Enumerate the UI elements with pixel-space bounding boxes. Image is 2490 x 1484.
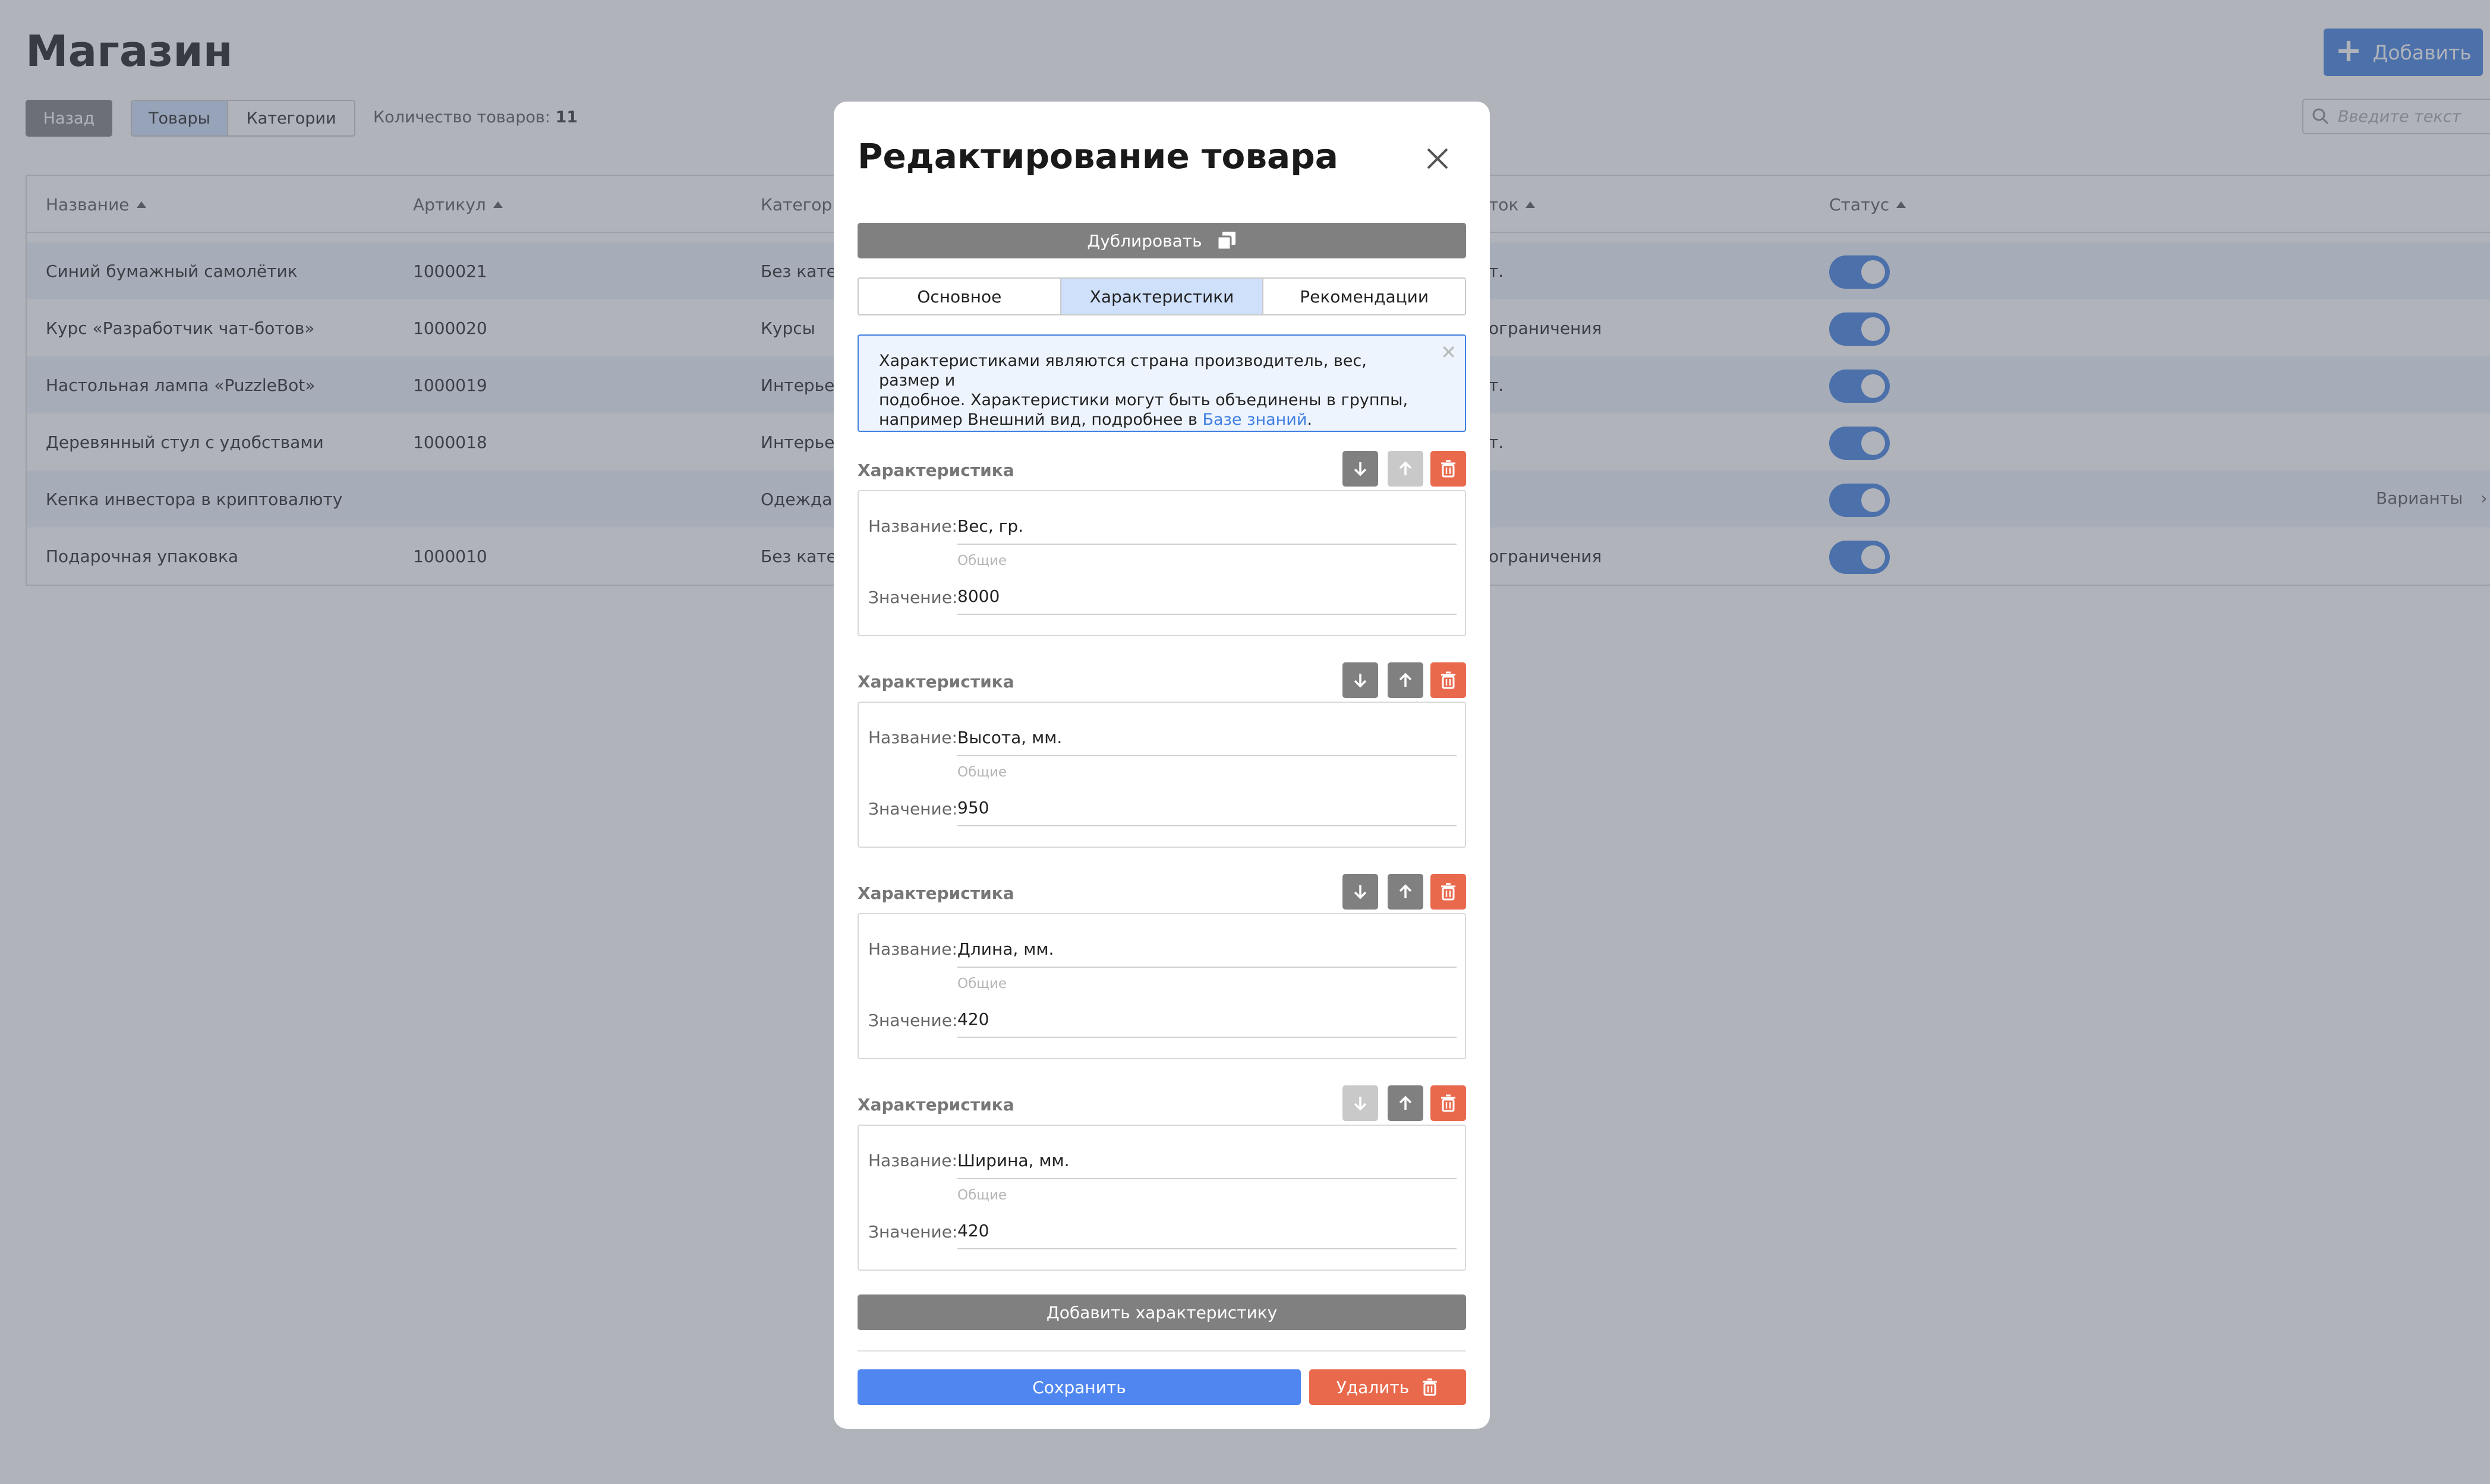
- name-field-label: Название:: [868, 1151, 957, 1170]
- delete-characteristic-button[interactable]: [1430, 662, 1466, 698]
- info-text: например Внешний вид, подробнее в: [879, 411, 1203, 429]
- delete-product-label: Удалить: [1336, 1377, 1410, 1397]
- characteristic-value-input[interactable]: 8000: [957, 586, 1000, 606]
- arrow-up-icon: [1399, 461, 1412, 475]
- trash-icon: [1441, 883, 1455, 901]
- knowledge-base-link[interactable]: Базе знаний: [1202, 411, 1307, 429]
- close-icon[interactable]: [1422, 143, 1453, 174]
- info-text: .: [1307, 411, 1312, 429]
- characteristic-group[interactable]: Общие: [957, 976, 1007, 992]
- field-underline: [957, 1248, 1457, 1249]
- characteristic-block: Характеристика Название: Ширина, мм. Общ…: [858, 1085, 1466, 1271]
- modal-tabs: Основное Характеристики Рекомендации: [858, 277, 1466, 315]
- info-notice: Характеристиками являются страна произво…: [858, 334, 1466, 432]
- duplicate-button[interactable]: Дублировать: [858, 223, 1466, 258]
- divider: [858, 1350, 1466, 1352]
- value-field-label: Значение:: [868, 1222, 958, 1242]
- info-line: подобное. Характеристики могут быть объе…: [879, 391, 1408, 409]
- delete-characteristic-button[interactable]: [1430, 451, 1466, 487]
- field-underline: [957, 1178, 1457, 1179]
- field-underline: [957, 825, 1457, 826]
- move-up-button[interactable]: [1388, 874, 1423, 910]
- characteristic-value-input[interactable]: 420: [957, 1009, 989, 1029]
- characteristic-value-input[interactable]: 420: [957, 1221, 989, 1240]
- move-down-button[interactable]: [1342, 1085, 1378, 1121]
- edit-product-modal: Редактирование товара Дублировать Основн…: [834, 102, 1490, 1429]
- tab-basic[interactable]: Основное: [859, 279, 1061, 314]
- arrow-down-icon: [1354, 674, 1367, 688]
- trash-icon: [1441, 1094, 1455, 1112]
- trash-icon: [1423, 1378, 1438, 1396]
- characteristic-block: Характеристика Название: Длина, мм. Общи…: [858, 874, 1466, 1059]
- characteristic-value-input[interactable]: 950: [957, 798, 989, 817]
- characteristic-name-input[interactable]: Высота, мм.: [957, 728, 1062, 747]
- characteristic-name-input[interactable]: Вес, гр.: [957, 516, 1023, 536]
- arrow-down-icon: [1354, 1097, 1367, 1111]
- tab-characteristics[interactable]: Характеристики: [1061, 279, 1264, 314]
- characteristic-name-input[interactable]: Ширина, мм.: [957, 1151, 1070, 1170]
- arrow-up-icon: [1399, 672, 1412, 687]
- move-down-button[interactable]: [1342, 662, 1378, 698]
- move-up-button[interactable]: [1388, 662, 1423, 698]
- name-field-label: Название:: [868, 939, 957, 959]
- characteristic-label: Характеристика: [858, 1095, 1014, 1114]
- field-underline: [957, 614, 1457, 615]
- info-line: Характеристиками являются страна произво…: [879, 352, 1367, 390]
- close-icon[interactable]: ✕: [1441, 343, 1457, 362]
- tab-recommendations[interactable]: Рекомендации: [1263, 279, 1465, 314]
- arrow-down-icon: [1354, 462, 1367, 476]
- value-field-label: Значение:: [868, 588, 958, 607]
- arrow-down-icon: [1354, 885, 1367, 899]
- characteristic-name-input[interactable]: Длина, мм.: [957, 939, 1054, 959]
- characteristic-block: Характеристика Название: Высота, мм. Общ…: [858, 662, 1466, 848]
- move-down-button[interactable]: [1342, 451, 1378, 487]
- value-field-label: Значение:: [868, 1011, 958, 1030]
- name-field-label: Название:: [868, 728, 957, 747]
- copy-icon: [1216, 232, 1235, 251]
- characteristic-label: Характеристика: [858, 883, 1014, 903]
- value-field-label: Значение:: [868, 799, 958, 819]
- move-up-button[interactable]: [1388, 451, 1423, 487]
- duplicate-label: Дублировать: [1087, 231, 1202, 251]
- trash-icon: [1441, 671, 1455, 689]
- field-underline: [957, 967, 1457, 968]
- info-line: например Внешний вид, подробнее в Базе з…: [879, 410, 1423, 430]
- field-underline: [957, 1037, 1457, 1038]
- delete-product-button[interactable]: Удалить: [1309, 1369, 1466, 1405]
- characteristic-label: Характеристика: [858, 672, 1014, 692]
- delete-characteristic-button[interactable]: [1430, 1085, 1466, 1121]
- delete-characteristic-button[interactable]: [1430, 874, 1466, 910]
- modal-title: Редактирование товара: [858, 136, 1338, 176]
- characteristic-block: Характеристика Название: Вес, гр. Общие …: [858, 451, 1466, 636]
- field-underline: [957, 544, 1457, 545]
- arrow-up-icon: [1399, 1095, 1412, 1110]
- trash-icon: [1441, 460, 1455, 478]
- move-down-button[interactable]: [1342, 874, 1378, 910]
- characteristic-group[interactable]: Общие: [957, 765, 1007, 780]
- arrow-up-icon: [1399, 884, 1412, 898]
- characteristic-label: Характеристика: [858, 460, 1014, 480]
- name-field-label: Название:: [868, 516, 957, 536]
- field-underline: [957, 755, 1457, 756]
- save-button[interactable]: Сохранить: [858, 1369, 1301, 1405]
- move-up-button[interactable]: [1388, 1085, 1423, 1121]
- add-characteristic-button[interactable]: Добавить характеристику: [858, 1294, 1466, 1330]
- characteristic-group[interactable]: Общие: [957, 553, 1007, 569]
- characteristic-group[interactable]: Общие: [957, 1188, 1007, 1203]
